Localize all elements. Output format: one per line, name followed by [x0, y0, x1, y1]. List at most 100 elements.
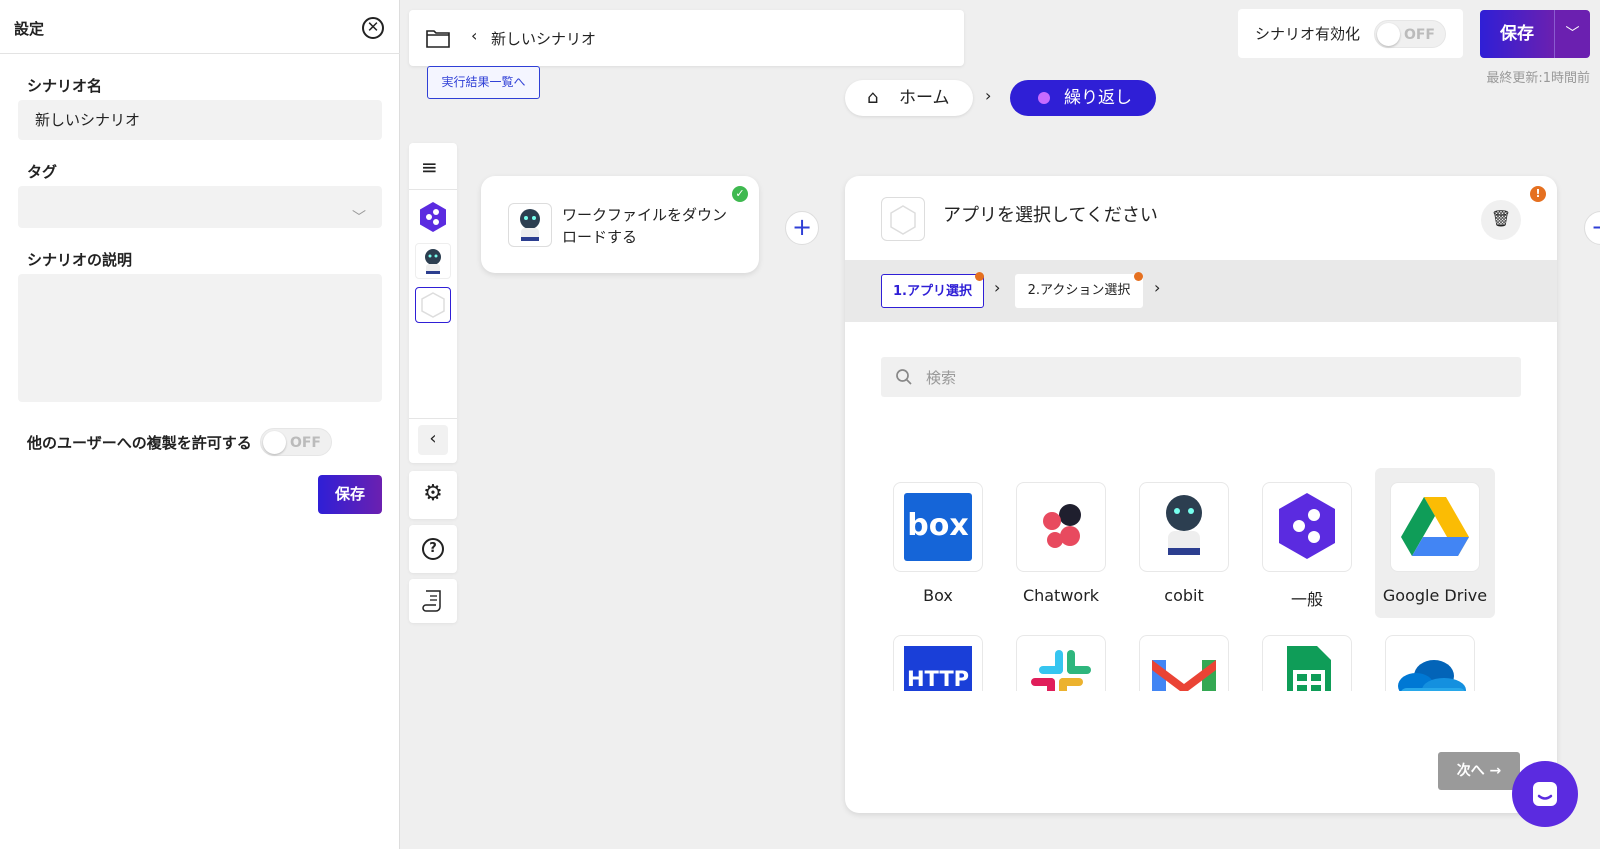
check-icon: ✓ [732, 186, 748, 202]
warning-icon: ! [1530, 186, 1546, 202]
next-button[interactable]: 次へ → [1438, 752, 1520, 790]
app-select-panel: アプリを選択してください 🗑 1.アプリ選択 › 2.アクション選択 › 検索 … [845, 176, 1557, 813]
app-tile-http[interactable]: HTTP [878, 621, 998, 691]
scenario-title: 新しいシナリオ [491, 30, 597, 48]
chatwork-icon [1016, 482, 1106, 572]
rail-step-empty[interactable] [415, 287, 451, 323]
rail-divider [409, 418, 457, 419]
tag-select[interactable]: ﹀ [18, 186, 382, 228]
http-icon: HTTP [893, 635, 983, 691]
help-icon[interactable]: ? [409, 525, 457, 573]
breadcrumb-home-label: ホーム [899, 88, 950, 108]
empty-app-icon [881, 197, 925, 241]
app-tile-chatwork[interactable]: Chatwork [1001, 468, 1121, 618]
loop-app-icon [420, 202, 446, 232]
log-icon[interactable] [409, 579, 457, 623]
app-tile-google-sheets[interactable] [1247, 621, 1367, 691]
gmail-icon [1139, 635, 1229, 691]
slack-icon [1016, 635, 1106, 691]
breadcrumb-current[interactable]: 繰り返し [1010, 80, 1156, 116]
scenario-title-bar: ‹ 新しいシナリオ [409, 10, 964, 66]
app-tile-onedrive[interactable] [1370, 621, 1490, 691]
back-chevron-icon[interactable]: ‹ [471, 26, 477, 45]
search-input[interactable]: 検索 [881, 357, 1521, 397]
app-tile-cobit[interactable]: cobit [1124, 468, 1244, 618]
scenario-name-input[interactable]: 新しいシナリオ [18, 100, 382, 140]
tag-label: タグ [27, 163, 58, 181]
cobit-icon [1139, 482, 1229, 572]
step-rail: ≡ ‹ [409, 143, 457, 463]
app-tile-google-drive[interactable]: Google Drive [1375, 468, 1495, 618]
allow-copy-toggle-state: OFF [289, 435, 321, 451]
breadcrumb-home[interactable]: ⌂ ホーム [845, 80, 973, 116]
step1-label: ワークファイルをダウンロードする [562, 206, 728, 246]
gear-icon[interactable]: ⚙ [409, 471, 457, 519]
description-textarea[interactable] [18, 274, 382, 402]
search-icon [896, 369, 912, 385]
top-save-group: 保存 ﹀ [1480, 10, 1590, 58]
settings-panel: 設定 ✕ シナリオ名 新しいシナリオ タグ ﹀ シナリオの説明 他のユーザーへの… [0, 0, 400, 849]
settings-header: 設定 ✕ [0, 0, 400, 54]
folder-icon[interactable] [425, 27, 451, 49]
tab-action-select[interactable]: 2.アクション選択 [1015, 274, 1143, 308]
allow-copy-label: 他のユーザーへの複製を許可する [27, 434, 252, 452]
tab-app-select[interactable]: 1.アプリ選択 [881, 274, 984, 308]
add-step-plus-icon[interactable]: + [1584, 211, 1600, 245]
onedrive-icon [1385, 635, 1475, 691]
app-name: Box [923, 586, 953, 605]
app-tile-box[interactable]: box Box [878, 468, 998, 618]
allow-copy-toggle[interactable]: OFF [260, 428, 332, 456]
add-step-plus-icon[interactable]: + [785, 211, 819, 245]
app-grid-row2: HTTP [845, 621, 1557, 691]
app-tile-general[interactable]: 一般 [1247, 468, 1367, 618]
document-icon [422, 590, 441, 612]
warn-dot [975, 272, 984, 281]
app-tile-gmail[interactable] [1124, 621, 1244, 691]
enable-label: シナリオ有効化 [1255, 25, 1361, 43]
breadcrumb-chevron-icon: › [985, 86, 992, 105]
search-placeholder: 検索 [926, 369, 957, 387]
enable-toggle[interactable]: OFF [1374, 20, 1446, 48]
chat-icon[interactable] [1512, 761, 1578, 827]
enable-box: シナリオ有効化 OFF [1238, 9, 1463, 58]
box-icon: box [893, 482, 983, 572]
description-label: シナリオの説明 [27, 251, 133, 269]
settings-save-button[interactable]: 保存 [318, 475, 382, 514]
collapse-chevron-icon[interactable]: ‹ [418, 425, 448, 455]
app-name: 一般 [1290, 590, 1323, 609]
list-icon[interactable]: ≡ [421, 155, 438, 179]
app-name: cobit [1164, 586, 1204, 605]
google-sheets-icon [1262, 635, 1352, 691]
enable-toggle-state: OFF [1403, 27, 1435, 43]
step-tabs-bar: 1.アプリ選択 › 2.アクション選択 › [845, 260, 1557, 322]
google-drive-icon [1390, 482, 1480, 572]
trash-icon[interactable]: 🗑 [1481, 200, 1521, 240]
close-icon[interactable]: ✕ [362, 17, 384, 39]
tab-chevron-icon: › [1154, 278, 1161, 297]
tab-chevron-icon: › [994, 278, 1001, 297]
general-loop-icon [1262, 482, 1352, 572]
app-name: Google Drive [1382, 586, 1488, 605]
top-save-button[interactable]: 保存 [1480, 10, 1554, 58]
save-dropdown-chevron-icon[interactable]: ﹀ [1554, 10, 1590, 58]
scenario-name-label: シナリオ名 [27, 77, 103, 95]
warn-dot [1134, 272, 1143, 281]
results-link[interactable]: 実行結果一覧へ [427, 66, 540, 99]
cobit-icon [508, 203, 552, 247]
step-card-download[interactable]: ワークファイルをダウンロードする ✓ [481, 176, 759, 273]
robot-icon [425, 249, 441, 274]
rail-step-cobit[interactable] [415, 243, 451, 279]
last-updated: 最終更新:1時間前 [1486, 71, 1590, 86]
home-icon: ⌂ [867, 87, 879, 108]
empty-app-icon [421, 292, 445, 318]
settings-title: 設定 [14, 20, 45, 38]
help-glyph: ? [422, 538, 444, 560]
loop-icon [1038, 92, 1050, 104]
chevron-down-icon: ﹀ [352, 210, 366, 226]
toggle-knob [1377, 23, 1400, 46]
toggle-knob [263, 431, 286, 454]
app-tile-slack[interactable] [1001, 621, 1121, 691]
rail-step-loop[interactable] [415, 199, 451, 235]
panel-title: アプリを選択してください [943, 205, 1158, 226]
rail-divider [409, 189, 457, 190]
